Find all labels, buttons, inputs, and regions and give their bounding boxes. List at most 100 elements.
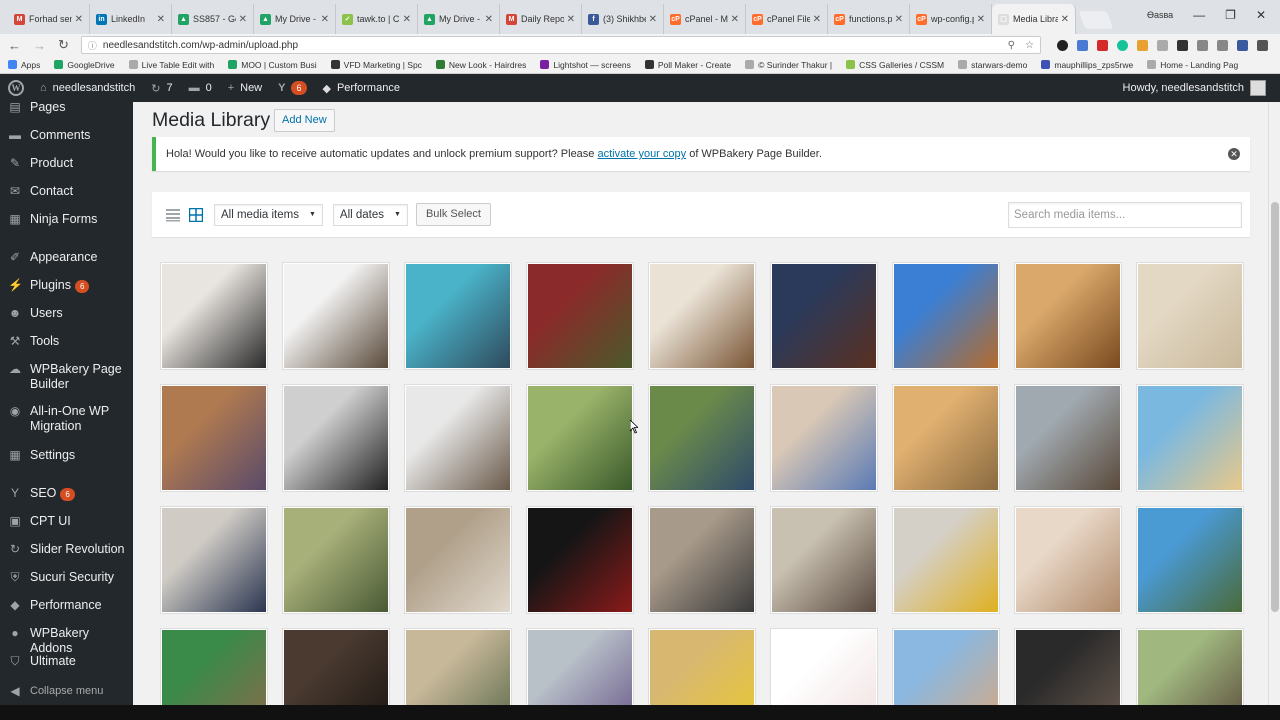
media-thumbnail[interactable] bbox=[526, 262, 634, 370]
bookmark-item[interactable]: GoogleDrive bbox=[54, 60, 115, 70]
close-tab-icon[interactable]: ✕ bbox=[731, 14, 739, 25]
url-input[interactable]: ⓘ needlesandstitch.com/wp-admin/upload.p… bbox=[80, 36, 1041, 54]
browser-tab[interactable]: cP wp-config.p ✕ bbox=[910, 4, 992, 34]
activate-link[interactable]: activate your copy bbox=[597, 148, 686, 160]
browser-tab[interactable]: M Forhad sent✕ bbox=[8, 4, 90, 34]
bookmark-item[interactable]: VFD Marketing | Spc bbox=[330, 60, 422, 70]
search-input[interactable]: Search media items... bbox=[1008, 202, 1242, 228]
media-thumbnail[interactable] bbox=[160, 506, 268, 614]
list-view-icon[interactable] bbox=[166, 208, 180, 222]
media-thumbnail[interactable] bbox=[770, 506, 878, 614]
media-thumbnail[interactable] bbox=[892, 384, 1000, 492]
close-tab-icon[interactable]: ✕ bbox=[1061, 14, 1069, 25]
sidebar-item-ninja-forms[interactable]: ▦ Ninja Forms bbox=[0, 212, 133, 227]
media-thumbnail[interactable] bbox=[1014, 262, 1122, 370]
info-icon[interactable]: ⓘ bbox=[88, 39, 97, 52]
media-thumbnail[interactable] bbox=[160, 262, 268, 370]
seo-link[interactable]: Y6 bbox=[270, 74, 314, 102]
sidebar-item-wpbakery-addons[interactable]: ● WPBakery Addons bbox=[0, 626, 133, 656]
forward-icon[interactable]: → bbox=[33, 38, 46, 53]
media-thumbnail[interactable] bbox=[648, 628, 756, 705]
browser-tab[interactable]: ▲ My Drive - G✕ bbox=[418, 4, 500, 34]
bulk-select-button[interactable]: Bulk Select bbox=[415, 203, 491, 226]
bookmark-item[interactable]: New Look - Hairdres bbox=[435, 60, 526, 70]
media-thumbnail[interactable] bbox=[1014, 628, 1122, 705]
media-thumbnail[interactable] bbox=[404, 384, 512, 492]
media-thumbnail[interactable] bbox=[526, 628, 634, 705]
close-tab-icon[interactable]: ✕ bbox=[239, 14, 247, 25]
extension-icon[interactable] bbox=[1216, 39, 1228, 51]
bookmark-item[interactable]: Apps bbox=[8, 60, 40, 70]
extension-icon[interactable] bbox=[1116, 39, 1128, 51]
browser-tab[interactable]: in LinkedIn ✕ bbox=[90, 4, 172, 34]
media-thumbnail[interactable] bbox=[282, 384, 390, 492]
media-thumbnail[interactable] bbox=[648, 506, 756, 614]
media-thumbnail[interactable] bbox=[892, 628, 1000, 705]
scrollbar[interactable] bbox=[1268, 102, 1280, 705]
browser-tab[interactable]: cP functions.ph✕ bbox=[828, 4, 910, 34]
bookmark-item[interactable]: Live Table Edit with bbox=[128, 60, 214, 70]
close-tab-icon[interactable]: ✕ bbox=[813, 14, 821, 25]
media-thumbnail[interactable] bbox=[526, 506, 634, 614]
media-thumbnail[interactable] bbox=[1136, 384, 1244, 492]
sidebar-item-collapse-menu[interactable]: ◀ Collapse menu bbox=[0, 684, 133, 699]
sidebar-item-ultimate[interactable]: ⛉ Ultimate bbox=[0, 654, 133, 669]
extension-icon[interactable] bbox=[1256, 39, 1268, 51]
sidebar-item-slider-revolution[interactable]: ↻ Slider Revolution bbox=[0, 542, 133, 557]
media-thumbnail[interactable] bbox=[404, 262, 512, 370]
extension-icon[interactable] bbox=[1176, 39, 1188, 51]
date-select[interactable]: All dates ▼ bbox=[332, 203, 408, 226]
media-type-select[interactable]: All media items ▼ bbox=[214, 203, 323, 226]
media-thumbnail[interactable] bbox=[1014, 506, 1122, 614]
extension-icon[interactable] bbox=[1096, 39, 1108, 51]
browser-tab[interactable]: ▢ Media Libra ✕ bbox=[992, 4, 1076, 34]
sidebar-item-all-in-one-wp-migration[interactable]: ◉ All-in-One WP Migration bbox=[0, 404, 133, 434]
comments-link[interactable]: ▬ 0 bbox=[181, 74, 220, 102]
sidebar-item-tools[interactable]: ⚒ Tools bbox=[0, 334, 133, 349]
sidebar-item-performance[interactable]: ◆ Performance bbox=[0, 598, 133, 613]
bookmark-item[interactable]: CSS Galleries / CSSM bbox=[846, 60, 944, 70]
dismiss-icon[interactable]: ✕ bbox=[1228, 148, 1240, 160]
browser-tab[interactable]: f (3) Shikhbe ✕ bbox=[582, 4, 664, 34]
media-thumbnail[interactable] bbox=[282, 506, 390, 614]
media-thumbnail[interactable] bbox=[648, 262, 756, 370]
sidebar-item-sucuri-security[interactable]: ⛨ Sucuri Security bbox=[0, 570, 133, 585]
wp-logo[interactable]: W bbox=[0, 74, 32, 102]
close-tab-icon[interactable]: ✕ bbox=[485, 14, 493, 25]
updates-link[interactable]: ↻ 7 bbox=[143, 74, 180, 102]
media-thumbnail[interactable] bbox=[282, 628, 390, 705]
bookmark-item[interactable]: mauphillips_zps5rwe bbox=[1041, 60, 1133, 70]
close-tab-icon[interactable]: ✕ bbox=[649, 14, 657, 25]
media-thumbnail[interactable] bbox=[892, 262, 1000, 370]
extension-icon[interactable] bbox=[1056, 39, 1068, 51]
new-content-link[interactable]: + New bbox=[220, 74, 270, 102]
media-thumbnail[interactable] bbox=[282, 262, 390, 370]
back-icon[interactable]: ← bbox=[8, 38, 21, 53]
bookmark-item[interactable]: MOO | Custom Busi bbox=[228, 60, 317, 70]
close-tab-icon[interactable]: ✕ bbox=[895, 14, 903, 25]
close-tab-icon[interactable]: ✕ bbox=[977, 14, 985, 25]
extension-icon[interactable] bbox=[1156, 39, 1168, 51]
bookmark-item[interactable]: Lightshot — screens bbox=[540, 60, 631, 70]
media-thumbnail[interactable] bbox=[160, 628, 268, 705]
zoom-icon[interactable]: ⚲ bbox=[1008, 40, 1015, 51]
sidebar-item-appearance[interactable]: ✐ Appearance bbox=[0, 250, 133, 265]
sidebar-item-seo[interactable]: Y SEO 6 bbox=[0, 486, 133, 501]
media-thumbnail[interactable] bbox=[770, 628, 878, 705]
sidebar-item-settings[interactable]: ▦ Settings bbox=[0, 448, 133, 463]
add-new-button[interactable]: Add New bbox=[274, 109, 335, 132]
new-tab-button[interactable] bbox=[1078, 11, 1114, 29]
media-thumbnail[interactable] bbox=[160, 384, 268, 492]
close-tab-icon[interactable]: ✕ bbox=[403, 14, 411, 25]
star-icon[interactable]: ☆ bbox=[1025, 40, 1034, 51]
browser-tab[interactable]: cP cPanel File M✕ bbox=[746, 4, 828, 34]
sidebar-item-plugins[interactable]: ⚡ Plugins 6 bbox=[0, 278, 133, 293]
close-window-icon[interactable]: ✕ bbox=[1256, 8, 1266, 22]
media-thumbnail[interactable] bbox=[770, 262, 878, 370]
bookmark-item[interactable]: Poll Maker - Create bbox=[644, 60, 731, 70]
grid-view-icon[interactable] bbox=[189, 207, 203, 222]
extension-icon[interactable] bbox=[1076, 39, 1088, 51]
bookmark-item[interactable]: © Surinder Thakur | bbox=[745, 60, 832, 70]
media-thumbnail[interactable] bbox=[1014, 384, 1122, 492]
media-thumbnail[interactable] bbox=[770, 384, 878, 492]
